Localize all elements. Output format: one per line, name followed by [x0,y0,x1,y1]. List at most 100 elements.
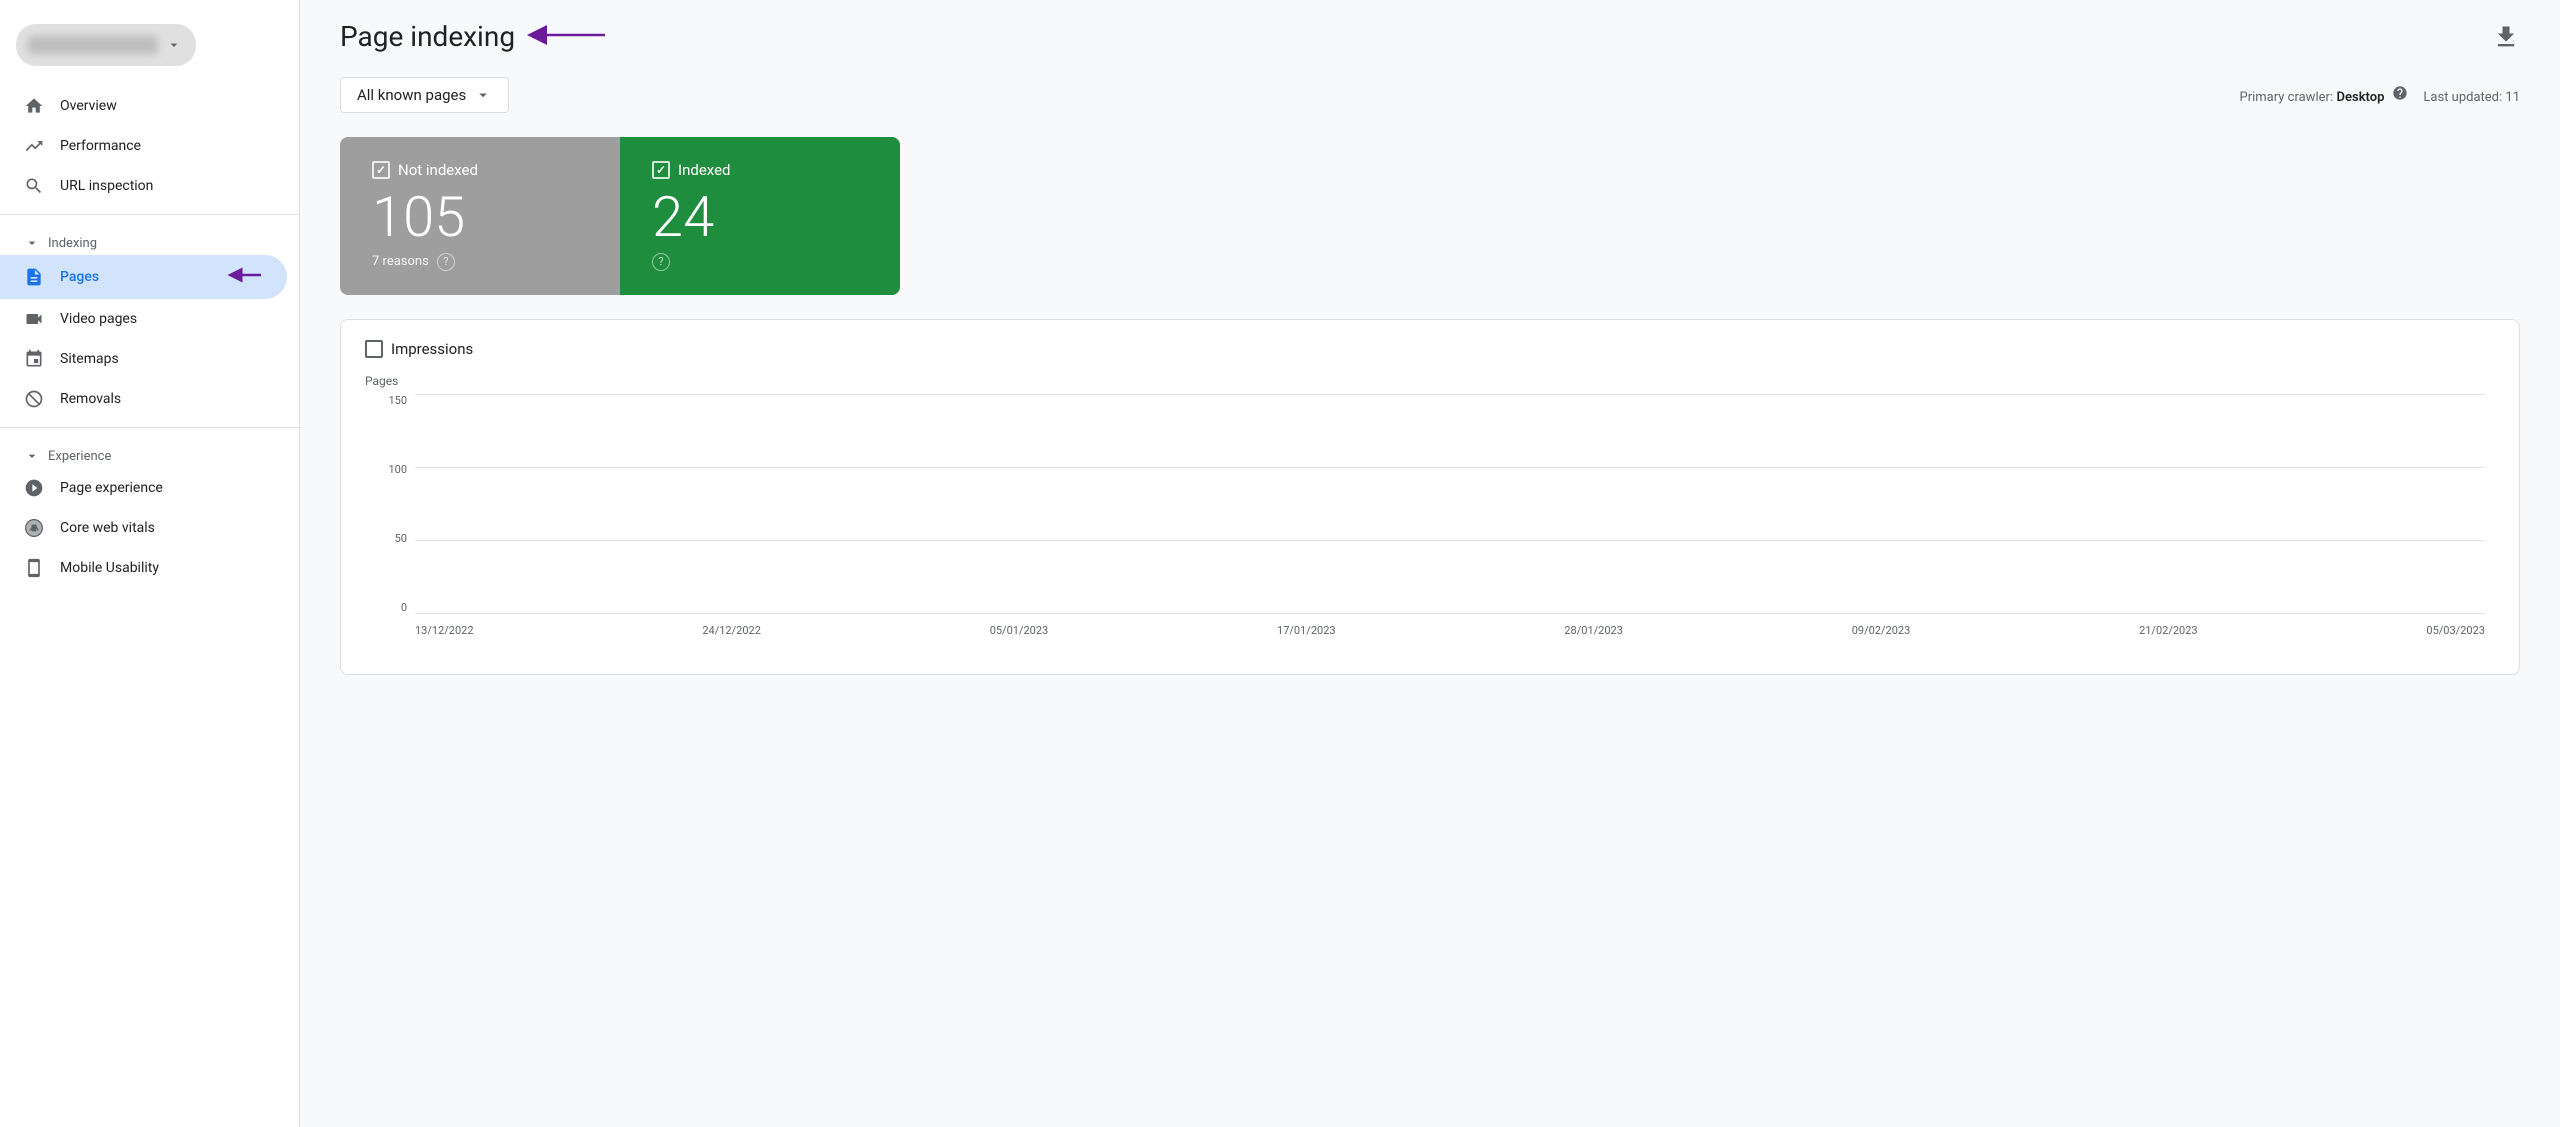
sidebar-item-url-inspection[interactable]: URL inspection [0,166,287,206]
title-arrow-annotation [527,21,607,53]
logo-blur [28,36,158,54]
sidebar-item-overview-label: Overview [60,98,117,114]
bar-group [2012,394,2053,614]
bar-group [1797,394,1838,614]
y-tick-150: 150 [388,394,407,407]
bar-group [545,394,586,614]
all-known-pages-dropdown[interactable]: All known pages [340,77,509,113]
sidebar-item-sitemaps[interactable]: Sitemaps [0,339,287,379]
bar-group [890,394,931,614]
sidebar-item-video-pages-label: Video pages [60,311,137,327]
logo-area [0,16,299,86]
bar-group [1667,394,1708,614]
bar-group [1149,394,1190,614]
y-tick-50: 50 [395,532,407,545]
x-tick-7: 21/02/2023 [2139,624,2198,637]
bar-group [933,394,974,614]
bar-group [1840,394,1881,614]
bar-group [2271,394,2312,614]
sidebar-item-removals-label: Removals [60,391,121,407]
not-indexed-help-icon[interactable]: ? [437,253,455,271]
sidebar-item-page-experience-label: Page experience [60,480,163,496]
bar-group [1192,394,1233,614]
filter-label: All known pages [357,86,466,104]
bar-group [760,394,801,614]
sidebar-item-overview[interactable]: Overview [0,86,287,126]
bar-group [2142,394,2183,614]
bar-group [1451,394,1492,614]
bar-group [2444,394,2485,614]
sidebar-item-performance[interactable]: Performance [0,126,287,166]
bar-group [501,394,542,614]
bar-group [1235,394,1276,614]
bar-group [804,394,845,614]
trending-up-icon [24,136,44,156]
sidebar-item-core-web-vitals[interactable]: Core web vitals [0,508,287,548]
primary-crawler-label: Primary crawler: [2240,90,2334,105]
bar-group [1710,394,1751,614]
sidebar-item-video-pages[interactable]: Video pages [0,299,287,339]
page-title: Page indexing [340,20,515,53]
sidebar-item-core-web-vitals-label: Core web vitals [60,520,155,536]
page-experience-icon [24,478,44,498]
x-tick-6: 09/02/2023 [1852,624,1911,637]
divider-1 [0,214,299,215]
bar-group [1322,394,1363,614]
indexed-header: Indexed [652,161,852,179]
bar-group [2315,394,2356,614]
bar-group [2099,394,2140,614]
page-header: Page indexing [300,0,2560,69]
indexing-section-header[interactable]: Indexing [0,223,299,255]
home-icon [24,96,44,116]
bar-group [1753,394,1794,614]
bar-group [674,394,715,614]
bar-group [847,394,888,614]
help-circle-icon[interactable] [2392,85,2408,101]
bar-group [415,394,456,614]
filter-meta-area: Primary crawler: Desktop Last updated: 1… [2240,85,2520,105]
main-content: Page indexing All known page [300,0,2560,1127]
bar-group [1624,394,1665,614]
download-icon[interactable] [2492,23,2520,51]
bar-group [1063,394,1104,614]
chart-legend: Impressions [365,340,2495,358]
property-selector[interactable] [16,24,196,66]
sidebar-item-pages-label: Pages [60,269,99,285]
index-summary-cards: Not indexed 105 7 reasons ? Indexed 24 ? [340,137,900,295]
sidebar-item-page-experience[interactable]: Page experience [0,468,287,508]
y-axis-ticks: 150 100 50 0 [365,394,415,614]
not-indexed-count: 105 [372,187,572,249]
chart-container: Pages 150 100 50 0 13/12/2022 24/12 [365,374,2495,654]
indexed-card[interactable]: Indexed 24 ? [620,137,900,295]
impressions-checkbox[interactable] [365,340,383,358]
impressions-label: Impressions [391,340,473,358]
y-tick-100: 100 [388,463,407,476]
x-tick-4: 17/01/2023 [1277,624,1336,637]
not-indexed-label: Not indexed [398,161,478,179]
sidebar-item-performance-label: Performance [60,138,141,154]
not-indexed-checkbox[interactable] [372,161,390,179]
bar-group [1278,394,1319,614]
divider-2 [0,427,299,428]
experience-section-header[interactable]: Experience [0,436,299,468]
bar-group [717,394,758,614]
sidebar-item-removals[interactable]: Removals [0,379,287,419]
sidebar-item-url-inspection-label: URL inspection [60,178,153,194]
sidebar-item-pages[interactable]: Pages [0,255,287,299]
indexed-checkbox[interactable] [652,161,670,179]
bar-group [1408,394,1449,614]
core-web-icon [24,518,44,538]
experience-section-label: Experience [48,449,111,464]
bar-group [2228,394,2269,614]
x-axis: 13/12/2022 24/12/2022 05/01/2023 17/01/2… [415,618,2485,654]
sidebar-item-mobile-usability[interactable]: Mobile Usability [0,548,287,588]
filter-bar: All known pages Primary crawler: Desktop… [300,69,2560,129]
not-indexed-card[interactable]: Not indexed 105 7 reasons ? [340,137,620,295]
chevron-down-icon-experience [24,448,40,464]
bar-group [458,394,499,614]
chart-section: Impressions Pages 150 100 50 0 [340,319,2520,675]
removals-icon [24,389,44,409]
indexed-help-icon[interactable]: ? [652,253,670,271]
bar-group [2185,394,2226,614]
sidebar-item-sitemaps-label: Sitemaps [60,351,119,367]
